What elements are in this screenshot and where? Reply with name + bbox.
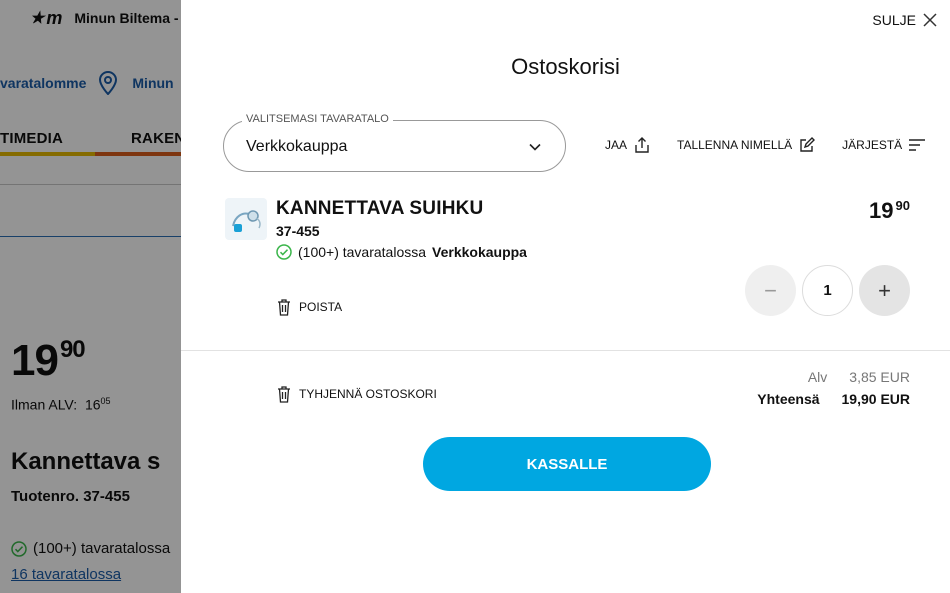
save-as-label: TALLENNA NIMELLÄ <box>677 138 793 152</box>
cart-item-price: 19 90 <box>869 198 910 223</box>
cart-item-stock: (100+) tavaratalossa Verkkokauppa <box>276 244 527 260</box>
shower-image <box>232 210 261 232</box>
product-thumbnail[interactable] <box>225 198 267 240</box>
stock-store: Verkkokauppa <box>432 244 527 260</box>
increase-quantity-button[interactable]: + <box>859 265 910 316</box>
sort-label: JÄRJESTÄ <box>842 138 903 152</box>
cart-drawer: SULJE Ostoskorisi VALITSEMASI TAVARATALO… <box>181 0 950 593</box>
close-icon <box>923 13 937 27</box>
chevron-down-icon <box>529 143 541 151</box>
store-select-value: Verkkokauppa <box>246 138 348 155</box>
divider <box>181 350 950 351</box>
cart-title: Ostoskorisi <box>511 54 620 79</box>
share-label: JAA <box>605 138 628 152</box>
decrease-quantity-button[interactable]: − <box>745 265 796 316</box>
sort-button[interactable]: JÄRJESTÄ <box>842 138 926 152</box>
close-label: SULJE <box>872 12 916 28</box>
checkout-button[interactable]: KASSALLE <box>423 437 711 491</box>
remove-label: POISTA <box>299 300 343 314</box>
vat-row: Alv 3,85 EUR <box>757 369 910 385</box>
quantity-stepper: − 1 + <box>745 265 910 316</box>
share-button[interactable]: JAA <box>605 136 651 154</box>
stock-text: (100+) tavaratalossa <box>298 244 427 260</box>
save-as-button[interactable]: TALLENNA NIMELLÄ <box>677 136 816 154</box>
check-circle-icon <box>276 244 292 260</box>
trash-icon <box>278 299 290 316</box>
sort-icon <box>909 139 926 151</box>
total-label: Yhteensä <box>757 391 820 407</box>
share-icon <box>635 137 649 153</box>
vat-value: 3,85 EUR <box>849 369 910 385</box>
store-select-label: VALITSEMASI TAVARATALO <box>242 113 393 125</box>
trash-icon <box>278 386 290 403</box>
close-button[interactable]: SULJE <box>872 12 938 28</box>
clear-cart-label: TYHJENNÄ OSTOSKORI <box>299 387 437 401</box>
vat-label: Alv <box>807 369 828 385</box>
total-value: 19,90 EUR <box>841 391 910 407</box>
quantity-value[interactable]: 1 <box>802 265 853 316</box>
cart-actions: JAA TALLENNA NIMELLÄ JÄRJESTÄ <box>605 136 926 154</box>
cart-totals: Alv 3,85 EUR Yhteensä 19,90 EUR <box>757 369 910 413</box>
store-select[interactable]: VALITSEMASI TAVARATALO Verkkokauppa <box>223 113 566 172</box>
clear-cart-button[interactable]: TYHJENNÄ OSTOSKORI <box>277 385 437 403</box>
cart-item-number: 37-455 <box>276 223 320 239</box>
edit-icon <box>800 137 816 152</box>
total-row: Yhteensä 19,90 EUR <box>757 391 910 407</box>
cart-item-name[interactable]: KANNETTAVA SUIHKU <box>276 198 483 220</box>
remove-item-button[interactable]: POISTA <box>277 298 342 316</box>
